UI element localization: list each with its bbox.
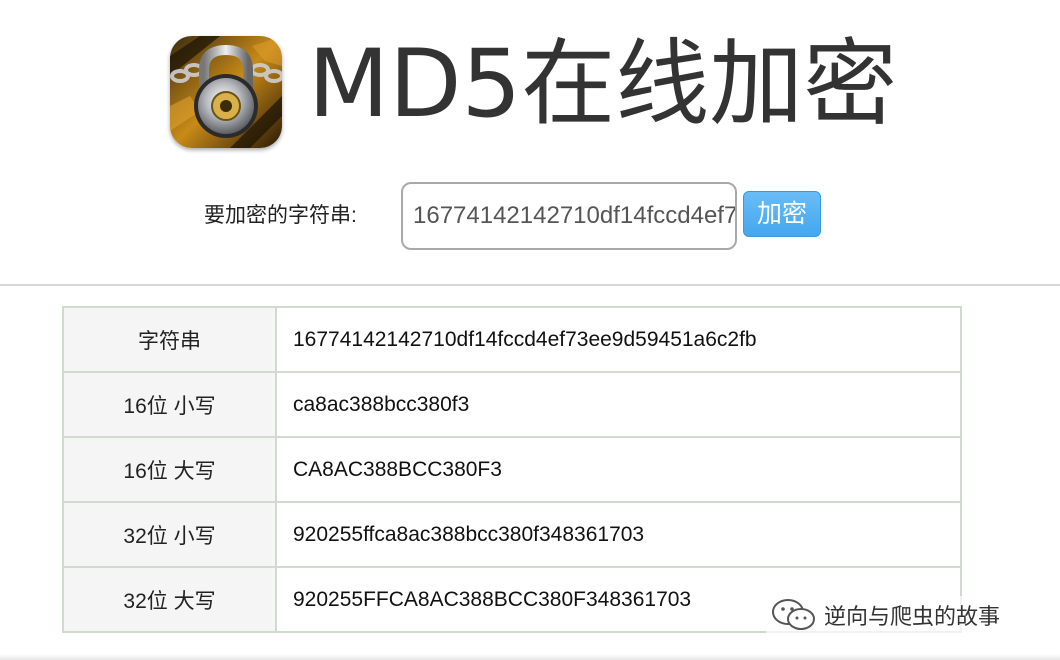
padlock-icon [170,36,282,148]
row-label: 32位 大写 [62,566,277,633]
watermark-text: 逆向与爬虫的故事 [824,604,1001,629]
string-input[interactable] [403,184,735,248]
wechat-icon [772,599,815,630]
encrypt-button[interactable]: 加密 [743,191,821,237]
row-label: 16位 大写 [62,436,277,503]
table-row: 32位 小写 920255ffca8ac388bcc380f348361703 [62,501,962,568]
results-table: 字符串 16774142142710df14fccd4ef73ee9d59451… [62,306,962,633]
table-row: 16位 大写 CA8AC388BCC380F3 [62,436,962,503]
row-label: 16位 小写 [62,371,277,438]
row-label: 32位 小写 [62,501,277,568]
table-row: 字符串 16774142142710df14fccd4ef73ee9d59451… [62,306,962,373]
string-input-box[interactable] [401,182,737,250]
bottom-edge [0,654,1060,660]
divider [0,284,1060,286]
watermark: 逆向与爬虫的故事 [766,596,1005,634]
table-row: 16位 小写 ca8ac388bcc380f3 [62,371,962,438]
row-value: ca8ac388bcc380f3 [275,371,962,438]
row-value: CA8AC388BCC380F3 [275,436,962,503]
row-value: 16774142142710df14fccd4ef73ee9d59451a6c2… [275,306,962,373]
input-label: 要加密的字符串: [204,204,357,227]
page: MD5在线加密 要加密的字符串: 加密 字符串 16774142142710df… [0,0,1060,660]
row-value: 920255ffca8ac388bcc380f348361703 [275,501,962,568]
row-label: 字符串 [62,306,277,373]
page-title: MD5在线加密 [308,30,898,139]
